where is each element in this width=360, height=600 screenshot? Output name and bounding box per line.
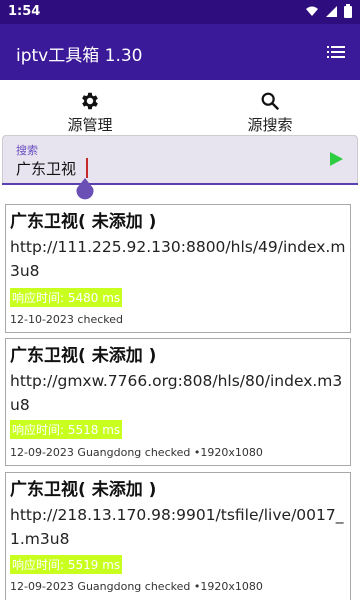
result-latency: 响应时间: 5480 ms — [10, 288, 123, 307]
search-field[interactable]: 搜索 广东卫视 — [2, 135, 358, 185]
search-input[interactable]: 广东卫视 — [16, 158, 76, 179]
result-card[interactable]: 广东卫视( 未添加 ) http://gmxw.7766.org:808/hls… — [5, 338, 351, 466]
result-latency: 响应时间: 5518 ms — [10, 420, 123, 439]
result-card[interactable]: 广东卫视( 未添加 ) http://218.13.170.98:9901/ts… — [5, 472, 351, 600]
tab-source-search-label: 源搜索 — [247, 116, 293, 134]
app-bar: iptv工具箱 1.30 — [0, 24, 360, 80]
result-meta: 12-10-2023 checked — [10, 313, 123, 326]
result-url: http://111.225.92.130:8800/hls/49/index.… — [10, 238, 346, 280]
result-latency: 响应时间: 5519 ms — [10, 555, 123, 574]
tab-source-search[interactable]: 源搜索 — [210, 90, 330, 135]
app-title: iptv工具箱 1.30 — [16, 46, 143, 66]
result-meta: 12-09-2023 Guangdong checked •1920x1080 — [10, 446, 263, 459]
text-caret — [86, 158, 88, 178]
list-menu-icon — [327, 46, 345, 58]
result-title: 广东卫视( 未添加 ) — [10, 346, 157, 366]
wifi-icon — [306, 6, 318, 16]
result-meta: 12-09-2023 Guangdong checked •1920x1080 — [10, 580, 263, 593]
search-label: 搜索 — [16, 144, 38, 157]
result-title: 广东卫视( 未添加 ) — [10, 480, 157, 500]
tab-source-management-label: 源管理 — [67, 116, 113, 134]
tab-bar: 源管理 源搜索 — [0, 80, 360, 135]
tab-source-management[interactable]: 源管理 — [30, 90, 150, 135]
play-icon[interactable] — [327, 150, 345, 168]
search-icon — [261, 92, 280, 111]
status-time: 1:54 — [8, 4, 41, 19]
result-title: 广东卫视( 未添加 ) — [10, 212, 157, 232]
gear-icon — [82, 92, 98, 110]
status-bar: 1:54 — [0, 0, 360, 24]
result-url: http://gmxw.7766.org:808/hls/80/index.m3… — [10, 372, 343, 414]
battery-icon — [344, 4, 352, 18]
search-underline — [2, 183, 358, 185]
cursor-handle-icon[interactable] — [75, 178, 95, 200]
result-url: http://218.13.170.98:9901/tsfile/live/00… — [10, 506, 344, 548]
result-card[interactable]: 广东卫视( 未添加 ) http://111.225.92.130:8800/h… — [5, 204, 351, 333]
menu-button[interactable] — [324, 40, 348, 64]
status-icons — [305, 4, 352, 18]
signal-icon — [326, 6, 337, 17]
